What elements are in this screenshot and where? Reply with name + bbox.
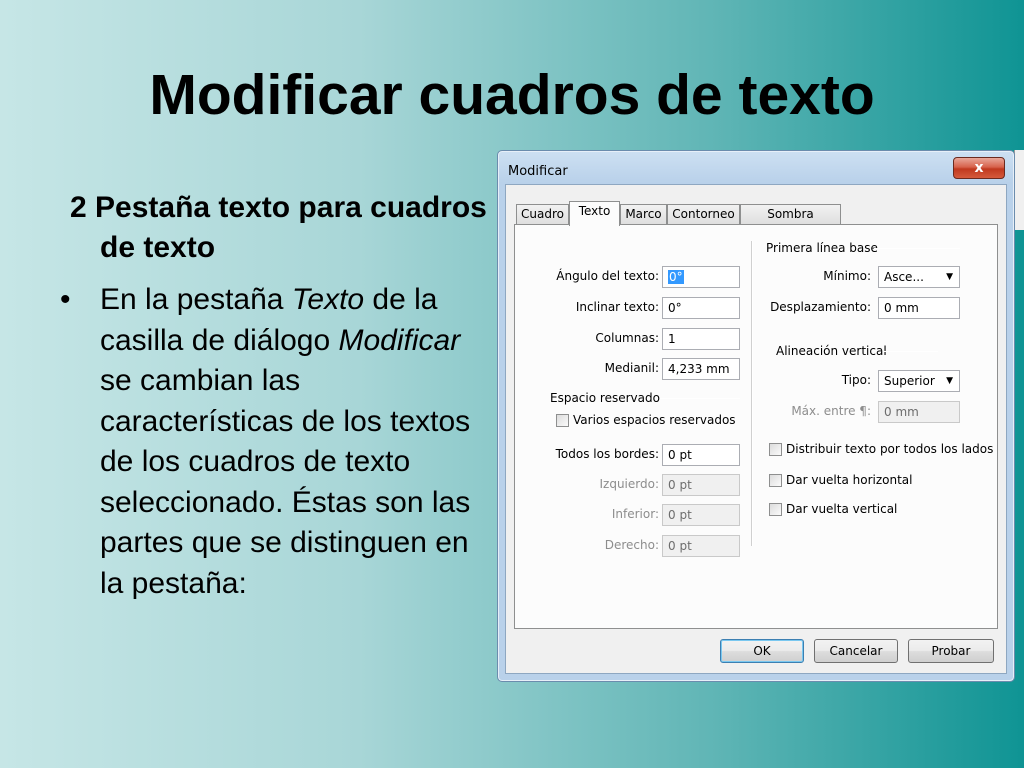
texto-tab-panel: Ángulo del texto: 0° Inclinar texto: 0° … <box>514 224 998 629</box>
bullet-text-part3: se cambian las características de los te… <box>100 364 471 600</box>
columnas-label: Columnas: <box>595 331 659 345</box>
bullet-symbol: • <box>60 283 71 316</box>
varios-espacios-checkbox[interactable] <box>556 414 569 427</box>
modificar-dialog: Modificar x Cuadro Texto Marco Contorneo… <box>497 150 1015 682</box>
background-window-edge <box>1014 150 1024 230</box>
primera-linea-group: Primera línea base <box>766 241 878 255</box>
apply-button[interactable]: Probar <box>908 639 994 663</box>
izquierdo-label: Izquierdo: <box>599 477 659 491</box>
horizontal-label: Dar vuelta horizontal <box>786 473 913 487</box>
angulo-field[interactable]: 0° <box>662 266 740 288</box>
close-button[interactable]: x <box>953 157 1005 179</box>
medianil-field[interactable]: 4,233 mm <box>662 358 740 380</box>
minimo-label: Mínimo: <box>823 269 871 283</box>
bullet-text-italic1: Texto <box>291 283 365 316</box>
tab-texto[interactable]: Texto <box>569 201 620 226</box>
dialog-body: Cuadro Texto Marco Contorneo Sombra para… <box>505 184 1007 674</box>
minimo-combo[interactable]: Asce... ▼ <box>878 266 960 288</box>
max-entre-label: Máx. entre ¶: <box>791 404 871 418</box>
alineacion-vertical-group: Alineación vertical <box>776 344 887 358</box>
slide-subtitle: 2 Pestaña texto para cuadros de texto <box>70 191 487 264</box>
distribuir-label: Distribuir texto por todos los lados <box>786 442 994 456</box>
desplazamiento-field[interactable]: 0 mm <box>878 297 960 319</box>
tab-sombra-paralela[interactable]: Sombra paralela <box>740 204 841 240</box>
todos-bordes-label: Todos los bordes: <box>555 447 659 461</box>
derecho-label: Derecho: <box>604 538 659 552</box>
close-icon: x <box>974 160 984 176</box>
bullet-text: En la pestaña Texto de la casilla de diá… <box>100 280 500 604</box>
inferior-label: Inferior: <box>611 507 659 521</box>
alineacion-vertical-divider <box>883 351 938 352</box>
todos-bordes-field[interactable]: 0 pt <box>662 444 740 466</box>
column-separator <box>751 241 753 546</box>
vertical-checkbox[interactable] <box>769 503 782 516</box>
max-entre-field: 0 mm <box>878 401 960 423</box>
distribuir-checkbox[interactable] <box>769 443 782 456</box>
cancel-button[interactable]: Cancelar <box>814 639 898 663</box>
varios-espacios-label: Varios espacios reservados <box>573 413 736 427</box>
bullet-text-italic2: Modificar <box>338 323 461 357</box>
espacio-reservado-divider <box>660 398 740 399</box>
slide-title: Modificar cuadros de texto <box>149 63 875 127</box>
chevron-down-icon: ▼ <box>946 376 953 386</box>
bullet-text-part1: En la pestaña <box>100 283 292 316</box>
medianil-label: Medianil: <box>604 361 659 375</box>
tab-cuadro[interactable]: Cuadro <box>516 204 569 225</box>
inclinar-label: Inclinar texto: <box>575 300 659 314</box>
horizontal-checkbox[interactable] <box>769 474 782 487</box>
izquierdo-field: 0 pt <box>662 474 740 496</box>
dialog-title: Modificar <box>508 164 568 179</box>
espacio-reservado-group: Espacio reservado <box>550 391 660 405</box>
tab-marco[interactable]: Marco <box>620 204 667 225</box>
inferior-field: 0 pt <box>662 504 740 526</box>
slide-bullet: • En la pestaña Texto de la casilla de d… <box>60 280 500 604</box>
vertical-label: Dar vuelta vertical <box>786 502 898 516</box>
tipo-label: Tipo: <box>841 373 871 387</box>
columnas-field[interactable]: 1 <box>662 328 740 350</box>
derecho-field: 0 pt <box>662 535 740 557</box>
ok-button[interactable]: OK <box>720 639 804 663</box>
tipo-combo[interactable]: Superior ▼ <box>878 370 960 392</box>
tab-contorneo[interactable]: Contorneo <box>667 204 740 225</box>
inclinar-field[interactable]: 0° <box>662 297 740 319</box>
primera-linea-divider <box>874 248 960 249</box>
desplazamiento-label: Desplazamiento: <box>770 300 871 314</box>
chevron-down-icon: ▼ <box>946 272 953 282</box>
angulo-label: Ángulo del texto: <box>556 269 659 283</box>
